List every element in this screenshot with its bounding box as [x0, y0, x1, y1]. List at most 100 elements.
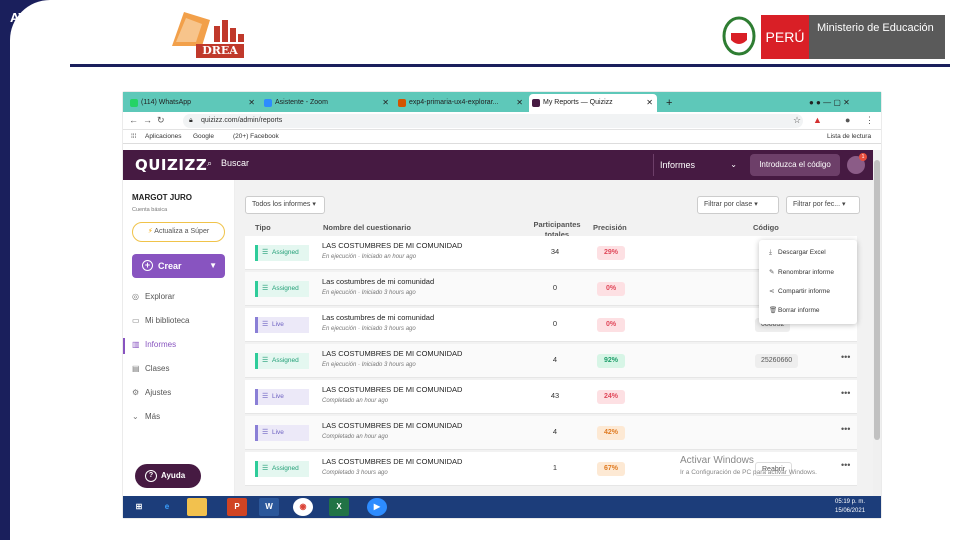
close-icon[interactable]: ✕ [248, 94, 255, 112]
column-name[interactable]: Nombre del cuestionario [323, 223, 411, 232]
tab-label: (114) WhatsApp [141, 99, 192, 106]
peru-label: PERÚ [761, 15, 809, 59]
sidebar-item-more[interactable]: ⌄ Más [132, 412, 160, 421]
participants-count: 0 [552, 283, 558, 292]
new-tab-button[interactable]: + [663, 94, 679, 112]
menu-item-rename[interactable]: ✎ Renombrar informe [769, 268, 834, 276]
quiz-status: En ejecución · Iniciado 3 hours ago [322, 290, 416, 296]
game-code[interactable]: 25260660 [755, 354, 799, 368]
reading-list[interactable]: Lista de lectura [827, 130, 871, 144]
drea-label: DREA [196, 44, 244, 58]
tab-quizizz[interactable]: My Reports — Quizizz ✕ [529, 94, 657, 112]
menu-item-label: Compartir informe [778, 288, 831, 295]
quizizz-logo[interactable]: QUIZIZZ [135, 156, 207, 174]
star-icon[interactable]: ☆ [793, 115, 801, 126]
page-scrollbar[interactable] [873, 150, 881, 518]
quiz-title[interactable]: LAS COSTUMBRES DE MI COMUNIDAD [322, 421, 462, 430]
url-text: quizizz.com/admin/reports [201, 117, 283, 124]
pdf-extension-icon[interactable]: ▲ [813, 115, 822, 125]
forward-icon[interactable]: → [143, 115, 152, 125]
report-type-badge: ☰ Assigned [255, 461, 309, 477]
quiz-title[interactable]: Las costumbres de mi comunidad [322, 277, 434, 286]
profile-icon[interactable]: ● [845, 115, 850, 125]
table-row[interactable]: ☰ Live LAS COSTUMBRES DE MI COMUNIDAD Compl… [245, 380, 857, 414]
close-icon[interactable]: ✕ [516, 94, 523, 112]
more-options-icon[interactable]: ••• [841, 352, 850, 362]
more-options-icon[interactable]: ••• [841, 388, 850, 398]
quiz-title[interactable]: Las costumbres de mi comunidad [322, 313, 434, 322]
table-row[interactable]: ☰ Live LAS COSTUMBRES DE MI COMUNIDAD Compl… [245, 416, 857, 450]
edge-icon[interactable]: e [157, 498, 177, 516]
caret-down-icon: ▼ [209, 261, 217, 270]
bookmark-facebook[interactable]: (20+) Facebook [233, 130, 279, 144]
tab-document[interactable]: exp4-primaria-ux4-explorar... ✕ [395, 94, 527, 112]
activation-watermark-sub: Ir a Configuración de PC para activar Wi… [680, 469, 817, 476]
column-code[interactable]: Código [753, 223, 779, 232]
report-type-label: Assigned [272, 285, 299, 292]
column-type[interactable]: Tipo [255, 223, 271, 232]
quiz-status: Completado an hour ago [322, 434, 389, 440]
back-icon[interactable]: ← [129, 115, 138, 125]
menu-item-label: Renombrar informe [778, 269, 834, 276]
caret-down-icon: ▾ [754, 201, 758, 208]
accuracy-badge: 24% [597, 390, 625, 404]
bookmark-google[interactable]: Google [193, 130, 214, 144]
menu-item-share[interactable]: ⋖ Compartir informe [769, 287, 830, 295]
class-filter-dropdown[interactable]: Filtrar por clase ▾ [697, 196, 779, 214]
menu-item-label: Descargar Excel [778, 249, 826, 256]
windows-start-icon[interactable]: ⊞ [129, 498, 149, 516]
date-filter-dropdown[interactable]: Filtrar por fec... ▾ [786, 196, 860, 214]
powerpoint-icon[interactable]: P [227, 498, 247, 516]
menu-item-download[interactable]: ⤓ Descargar Excel [769, 249, 826, 257]
quiz-title[interactable]: LAS COSTUMBRES DE MI COMUNIDAD [322, 241, 462, 250]
more-options-icon[interactable]: ••• [841, 460, 850, 470]
quiz-title[interactable]: LAS COSTUMBRES DE MI COMUNIDAD [322, 385, 462, 394]
sidebar-item-explore[interactable]: ◎ Explorar [132, 292, 175, 301]
explorer-icon[interactable] [187, 498, 207, 516]
excel-icon[interactable]: X [329, 498, 349, 516]
whatsapp-icon [130, 99, 138, 107]
tab-zoom[interactable]: Asistente - Zoom ✕ [261, 94, 393, 112]
help-button[interactable]: ? Ayuda [135, 464, 201, 488]
chart-icon: ▥ [132, 340, 140, 349]
tab-whatsapp[interactable]: (114) WhatsApp ✕ [127, 94, 259, 112]
all-reports-dropdown[interactable]: Todos los informes ▾ [245, 196, 325, 214]
sidebar-item-library[interactable]: ▭ Mi biblioteca [132, 316, 189, 325]
table-row[interactable]: ☰ Assigned LAS COSTUMBRES DE MI COMUNIDAD E… [245, 344, 857, 378]
zoom-taskbar-icon[interactable]: ▶ [367, 498, 387, 516]
live-icon: ☰ [262, 429, 269, 436]
chrome-icon[interactable]: ◉ [293, 498, 313, 516]
list-icon: ☰ [262, 249, 269, 256]
sidebar-item-reports[interactable]: ▥ Informes [132, 340, 176, 349]
sidebar-item-label: Explorar [145, 292, 175, 301]
caret-down-icon: ▾ [312, 201, 316, 208]
apps-icon[interactable]: ⁞⁞⁞ [131, 130, 136, 144]
word-icon[interactable]: W [259, 498, 279, 516]
plus-icon: + [142, 260, 153, 271]
tab-label: exp4-primaria-ux4-explorar... [409, 99, 499, 106]
reload-icon[interactable]: ↻ [157, 115, 165, 126]
close-icon[interactable]: ✕ [646, 94, 653, 112]
url-input[interactable]: 🔒︎ quizizz.com/admin/reports [183, 114, 803, 128]
window-controls[interactable]: ● ● — ▢ ✕ [805, 94, 881, 112]
bookmark-apps[interactable]: Aplicaciones [145, 130, 182, 144]
sidebar-item-settings[interactable]: ⚙ Ajustes [132, 388, 171, 397]
menu-item-delete[interactable]: 🗑︎Borrar informe [769, 306, 820, 314]
search-input[interactable]: Buscar [221, 158, 249, 168]
lock-icon: 🔒︎ [189, 117, 193, 124]
quiz-title[interactable]: LAS COSTUMBRES DE MI COMUNIDAD [322, 349, 462, 358]
column-accuracy[interactable]: Precisión [593, 223, 627, 232]
sidebar-item-classes[interactable]: ▤ Clases [132, 364, 169, 373]
quiz-title[interactable]: LAS COSTUMBRES DE MI COMUNIDAD [322, 457, 462, 466]
more-options-icon[interactable]: ••• [841, 424, 850, 434]
menu-icon[interactable]: ⋮ [865, 115, 874, 126]
close-icon[interactable]: ✕ [382, 94, 389, 112]
sidebar-item-label: Más [145, 412, 161, 421]
reports-dropdown[interactable]: Informes ⌄ [653, 154, 743, 176]
report-type-label: Live [272, 393, 284, 400]
scrollbar-thumb[interactable] [874, 160, 880, 440]
upgrade-button[interactable]: ⚡︎ Actualiza a Súper [132, 222, 225, 242]
create-label: Crear [158, 261, 182, 271]
enter-code-button[interactable]: Introduzca el código [750, 154, 840, 176]
create-button[interactable]: + Crear ▼ [132, 254, 225, 278]
